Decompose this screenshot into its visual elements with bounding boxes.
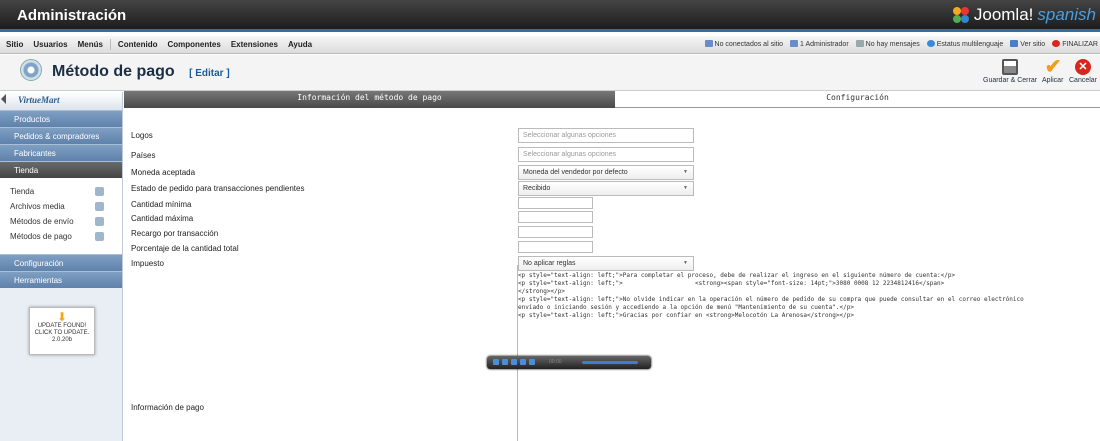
payment-info-editor[interactable]: <p style="text-align: left;">Para comple… [518,272,1100,320]
sidebar-item-herramientas[interactable]: Herramientas [0,271,122,288]
brand-main: Joomla! [973,5,1034,24]
main-menu-bar: Sitio Usuarios Menús Contenido Component… [0,36,1100,54]
submenu-metodos-pago[interactable]: Métodos de pago [0,229,122,244]
currency-select[interactable]: Moneda del vendedor por defecto [518,165,694,180]
max-amount-label: Cantidad máxima [131,214,194,223]
checkmark-icon: ✔ [1044,56,1062,78]
order-status-label: Estado de pedido para transacciones pend… [131,184,305,193]
admin-icon [790,40,799,47]
update-notice[interactable]: ⬇ UPDATE FOUND! CLICK TO UPDATE. 2.0.20b [29,307,95,355]
sidebar-item-productos[interactable]: Productos [0,110,122,127]
order-status-select[interactable]: Recibido [518,181,694,196]
sidebar-item-pedidos[interactable]: Pedidos & compradores [0,127,122,144]
close-icon: ✕ [1075,59,1091,75]
media-icon [95,202,104,211]
tab-config[interactable]: Configuración [615,91,1100,108]
store-icon [95,187,104,196]
status-bar: No conectados al sitio 1 Administrador N… [704,40,1098,48]
percentage-input[interactable] [518,241,593,253]
language-icon [926,40,935,47]
rewind-icon[interactable] [520,359,526,365]
menu-menus[interactable]: Menús [78,40,103,51]
player-progress[interactable] [582,361,638,364]
joomla-logo: Joomla! spanish [952,5,1096,25]
status-messages[interactable]: No hay mensajes [855,40,920,48]
menu-ayuda[interactable]: Ayuda [288,40,312,51]
surcharge-input[interactable] [518,226,593,238]
play-icon[interactable] [493,359,499,365]
virtuemart-logo[interactable]: VirtueMart [0,92,122,110]
save-icon [1002,59,1019,75]
download-arrow-icon: ⬇ [56,310,68,324]
view-site-link[interactable]: Ver sitio [1010,40,1045,48]
sidebar-item-fabricantes[interactable]: Fabricantes [0,144,122,161]
max-amount-input[interactable] [518,211,593,223]
logout-link[interactable]: FINALIZAR [1052,40,1098,48]
menu-extensiones[interactable]: Extensiones [231,40,278,51]
surcharge-label: Recargo por transacción [131,229,219,238]
sidebar-item-configuracion[interactable]: Configuración [0,254,122,271]
logout-icon [1052,40,1061,47]
countries-multiselect[interactable]: Seleccionar algunas opciones [518,147,694,162]
logos-multiselect[interactable]: Seleccionar algunas opciones [518,128,694,143]
player-time: 00:00 [549,359,562,365]
shipping-icon [95,217,104,226]
tax-select[interactable]: No aplicar reglas [518,256,694,271]
menu-divider [109,39,111,50]
payment-info-label: Información de pago [131,403,204,412]
version-label: 2.0.20b [51,337,73,343]
tab-info[interactable]: Información del método de pago [124,91,615,108]
submenu-tienda[interactable]: Tienda [0,184,122,199]
joomla-flower-icon [952,6,970,24]
pause-icon[interactable] [502,359,508,365]
status-multilanguage[interactable]: Estatus multilenguaje [926,40,1003,48]
payment-icon [95,232,104,241]
sidebar: VirtueMart Productos Pedidos & comprador… [0,92,123,441]
apply-button[interactable]: ✔ Aplicar [1042,56,1063,84]
submenu-metodos-envio[interactable]: Métodos de envío [0,214,122,229]
admin-title: Administración [17,7,127,24]
menu-contenido[interactable]: Contenido [118,40,158,51]
tax-label: Impuesto [131,259,164,268]
view-site-icon [1010,40,1019,47]
submenu-archivos-media[interactable]: Archivos media [0,199,122,214]
brand-sub: spanish [1037,5,1096,24]
payment-method-icon [20,59,42,81]
page-subtitle: [ Editar ] [189,68,230,79]
page-toolbar: Método de pago [ Editar ] Guardar & Cerr… [0,55,1100,91]
media-player-bar: 00:00 [487,356,651,369]
sidebar-submenu: Tienda Archivos media Métodos de envío M… [0,178,122,254]
admin-header: Administración Joomla! spanish [0,0,1100,32]
forward-icon[interactable] [529,359,535,365]
min-amount-input[interactable] [518,197,593,209]
menu-usuarios[interactable]: Usuarios [33,40,67,51]
logos-label: Logos [131,131,153,140]
users-icon [704,40,713,47]
messages-icon [855,40,864,47]
currency-label: Moneda aceptada [131,168,196,177]
save-close-button[interactable]: Guardar & Cerrar [983,59,1037,84]
countries-label: Países [131,151,156,160]
page-title: Método de pago [ Editar ] [52,63,230,80]
sidebar-item-tienda[interactable]: Tienda [0,161,122,178]
menu-sitio[interactable]: Sitio [6,40,23,51]
cancel-button[interactable]: ✕ Cancelar [1069,59,1097,84]
status-visitors[interactable]: No conectados al sitio [704,40,783,48]
status-admins[interactable]: 1 Administrador [790,40,849,48]
stop-icon[interactable] [511,359,517,365]
percentage-label: Porcentaje de la cantidad total [131,244,239,253]
tab-bar: Información del método de pago Configura… [124,91,1100,108]
menu-componentes[interactable]: Componentes [167,40,220,51]
min-amount-label: Cantidad mínima [131,200,192,209]
